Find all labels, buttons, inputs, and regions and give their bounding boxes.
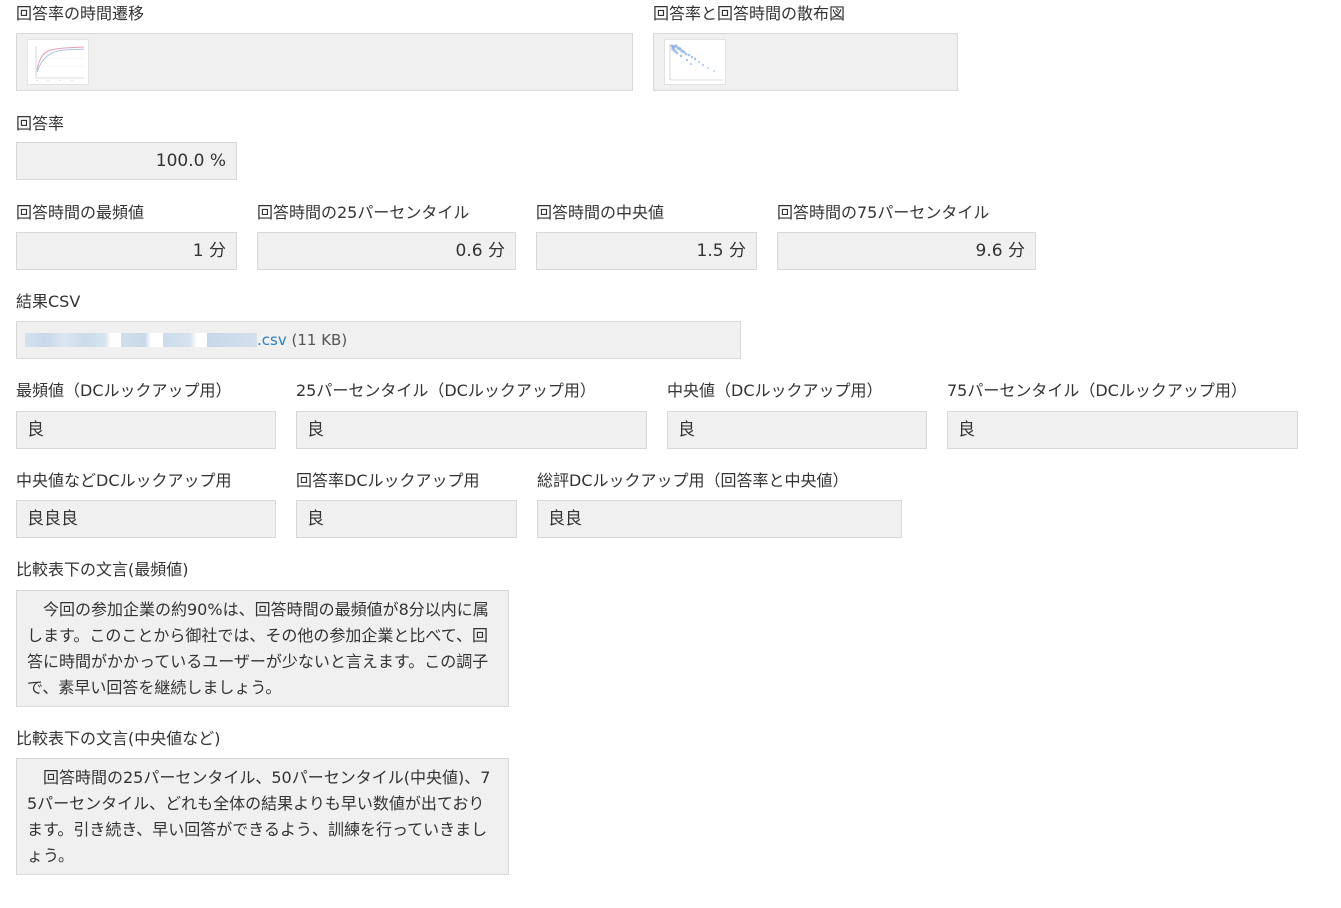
- time-series-thumbnail[interactable]: [27, 39, 89, 85]
- median-etc-lookup-field: 中央値などDCルックアップ用: [16, 471, 232, 491]
- result-csv-link[interactable]: .csv: [257, 331, 287, 349]
- time-series-box: [16, 33, 633, 91]
- rate-lookup-value[interactable]: 良: [296, 500, 517, 538]
- p75-lookup-field: 75パーセンタイル（DCルックアップ用）: [947, 381, 1247, 401]
- median-lookup-label: 中央値（DCルックアップ用）: [667, 381, 883, 400]
- p25-time-field: 回答時間の25パーセンタイル: [257, 203, 469, 223]
- median-lookup-field: 中央値（DCルックアップ用）: [667, 381, 883, 401]
- median-etc-lookup-label: 中央値などDCルックアップ用: [16, 471, 232, 490]
- mode-lookup-field: 最頻値（DCルックアップ用）: [16, 381, 232, 401]
- redacted-filename: [25, 332, 257, 347]
- scatter-field: 回答率と回答時間の散布図: [653, 4, 845, 24]
- median-time-field: 回答時間の中央値: [536, 203, 664, 223]
- mode-comment-text[interactable]: 今回の参加企業の約90%は、回答時間の最頻値が8分以内に属します。このことから御…: [16, 590, 509, 707]
- response-rate-value[interactable]: 100.0 %: [16, 142, 237, 180]
- overall-lookup-field: 総評DCルックアップ用（回答率と中央値）: [537, 471, 849, 491]
- median-etc-lookup-value[interactable]: 良良良: [16, 500, 276, 538]
- mode-lookup-value[interactable]: 良: [16, 411, 276, 449]
- scatter-label: 回答率と回答時間の散布図: [653, 4, 846, 23]
- median-comment-field: 比較表下の文言(中央値など): [16, 729, 221, 749]
- scatter-box: [653, 33, 958, 91]
- mode-time-value[interactable]: 1 分: [16, 232, 237, 270]
- overall-lookup-label: 総評DCルックアップ用（回答率と中央値）: [537, 471, 849, 490]
- p75-lookup-value[interactable]: 良: [947, 411, 1298, 449]
- median-comment-text[interactable]: 回答時間の25パーセンタイル、50パーセンタイル(中央値)、75パーセンタイル、…: [16, 758, 509, 875]
- time-series-field: 回答率の時間遷移: [16, 4, 144, 24]
- overall-lookup-value[interactable]: 良良: [537, 500, 902, 538]
- result-csv-box: .csv (11 KB): [16, 321, 741, 359]
- rate-lookup-label: 回答率DCルックアップ用: [296, 471, 480, 490]
- result-csv-size: (11 KB): [291, 331, 348, 349]
- median-comment-label: 比較表下の文言(中央値など): [16, 729, 221, 748]
- result-csv-line: .csv (11 KB): [25, 322, 347, 358]
- time-series-label: 回答率の時間遷移: [16, 4, 145, 23]
- mode-comment-field: 比較表下の文言(最頻値): [16, 560, 189, 580]
- p25-lookup-label: 25パーセンタイル（DCルックアップ用）: [296, 381, 596, 400]
- p75-lookup-label: 75パーセンタイル（DCルックアップ用）: [947, 381, 1247, 400]
- p25-time-value[interactable]: 0.6 分: [257, 232, 516, 270]
- page: { "charts": { "time_series": { "label": …: [0, 0, 1341, 908]
- response-rate-label: 回答率: [16, 114, 65, 133]
- mode-comment-label: 比較表下の文言(最頻値): [16, 560, 189, 579]
- mode-time-field: 回答時間の最頻値: [16, 203, 144, 223]
- p25-time-label: 回答時間の25パーセンタイル: [257, 203, 470, 222]
- response-rate-field: 回答率: [16, 114, 64, 134]
- median-lookup-value[interactable]: 良: [667, 411, 927, 449]
- rate-lookup-field: 回答率DCルックアップ用: [296, 471, 480, 491]
- p75-time-field: 回答時間の75パーセンタイル: [777, 203, 989, 223]
- result-csv-label: 結果CSV: [16, 292, 81, 311]
- p75-time-value[interactable]: 9.6 分: [777, 232, 1036, 270]
- result-csv-field: 結果CSV: [16, 292, 80, 312]
- p75-time-label: 回答時間の75パーセンタイル: [777, 203, 990, 222]
- median-time-label: 回答時間の中央値: [536, 203, 665, 222]
- p25-lookup-field: 25パーセンタイル（DCルックアップ用）: [296, 381, 596, 401]
- p25-lookup-value[interactable]: 良: [296, 411, 647, 449]
- mode-lookup-label: 最頻値（DCルックアップ用）: [16, 381, 232, 400]
- scatter-thumbnail[interactable]: [664, 39, 726, 85]
- mode-time-label: 回答時間の最頻値: [16, 203, 145, 222]
- median-time-value[interactable]: 1.5 分: [536, 232, 757, 270]
